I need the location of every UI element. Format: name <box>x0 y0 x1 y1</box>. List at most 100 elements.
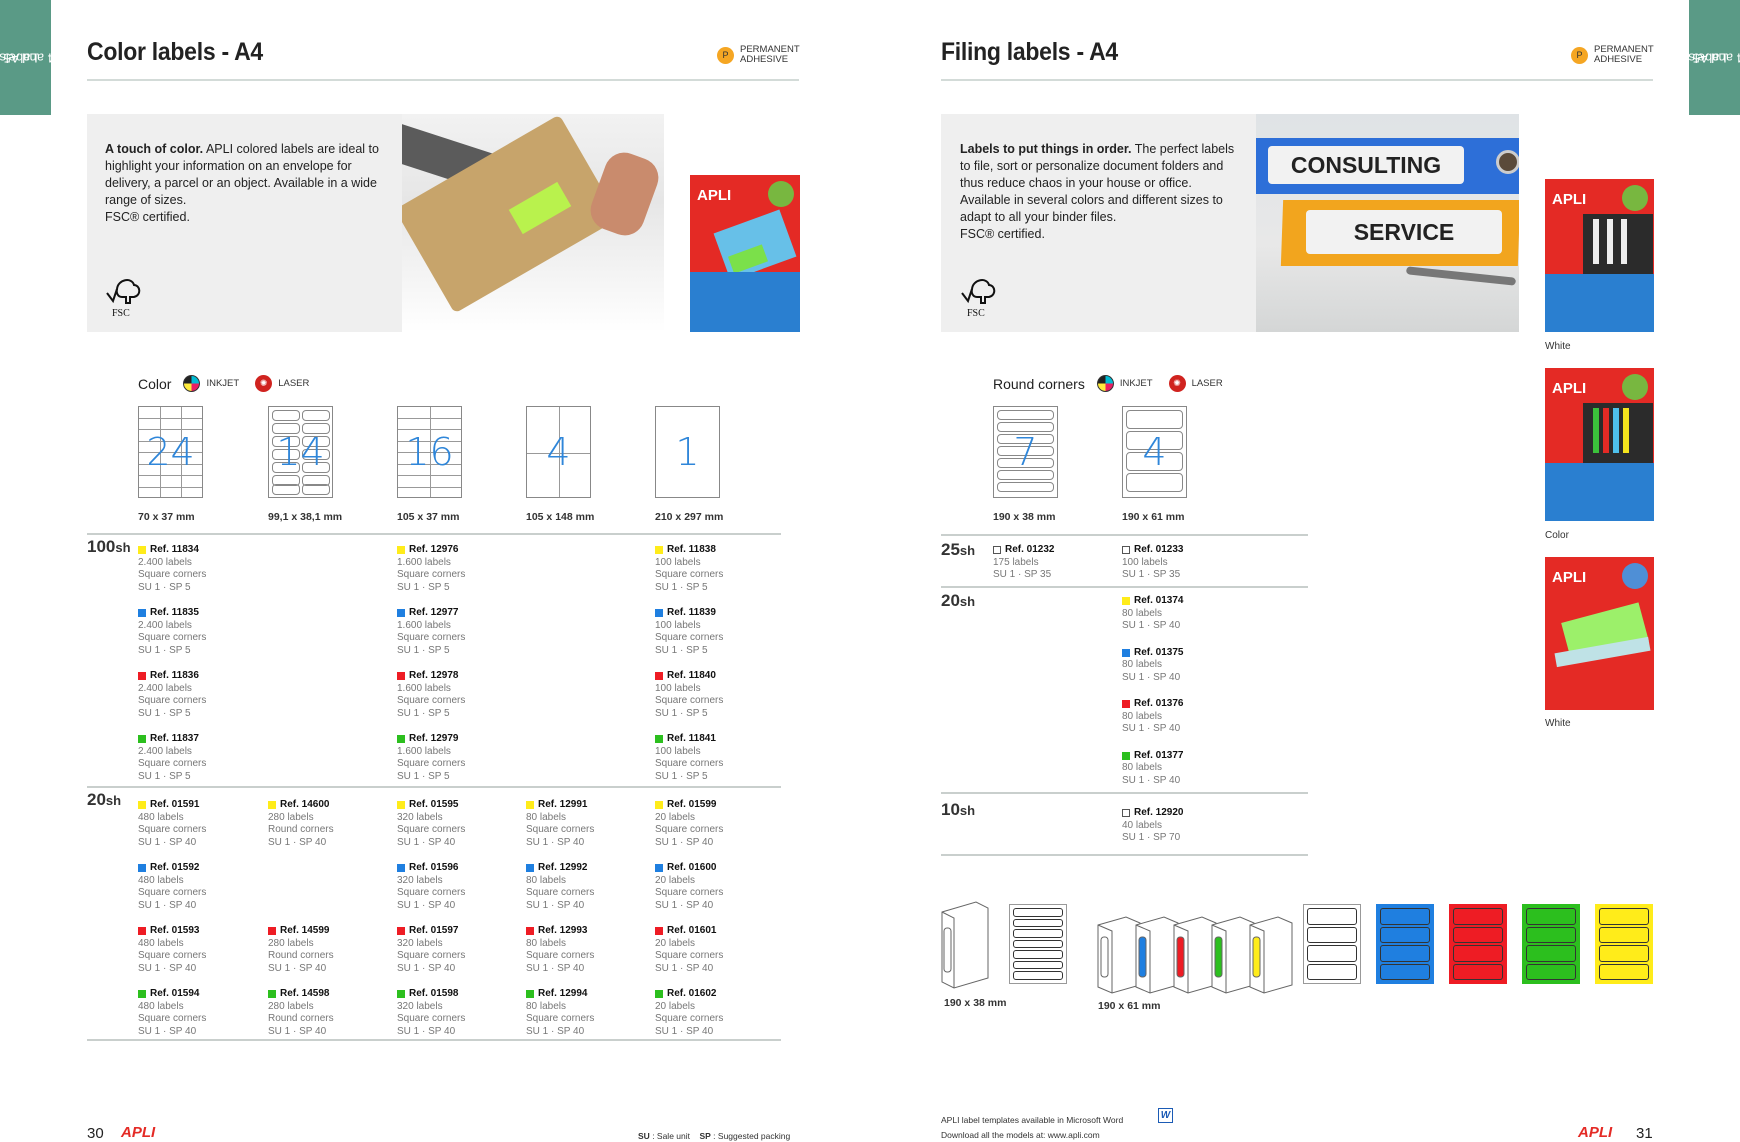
color-swatch-red <box>397 672 405 681</box>
product-pack-color-filing: APLI <box>1545 368 1654 521</box>
format-sheet-1: 1 <box>655 406 720 498</box>
product-ref: Ref. 11838 <box>655 544 765 557</box>
product-ref: Ref. 01593 <box>138 925 248 938</box>
color-swatch-green <box>655 735 663 744</box>
product-corners: Square corners <box>526 1013 595 1025</box>
product-pack: SU 1 · SP 35 <box>1122 569 1181 581</box>
product-corners: Square corners <box>397 569 466 581</box>
table-divider <box>87 786 781 788</box>
product-ref: Ref. 12977 <box>397 607 507 620</box>
product-pack: SU 1 · SP 40 <box>1122 620 1181 632</box>
product-item: Ref. 01600 20 labels Square corners SU 1 · … <box>655 862 765 912</box>
product-corners: Square corners <box>397 824 466 836</box>
ref-number: Ref. 12977 <box>409 607 459 618</box>
ref-number: Ref. 11840 <box>667 670 716 681</box>
product-pack: SU 1 · SP 40 <box>138 962 197 974</box>
product-pack: SU 1 · SP 40 <box>526 899 585 911</box>
product-item: Ref. 01602 20 labels Square corners SU 1 · … <box>655 988 765 1038</box>
laser-label: LASER <box>278 378 310 389</box>
product-pack: SU 1 · SP 5 <box>138 581 191 593</box>
pack-seal-icon <box>768 181 794 207</box>
product-labels: 2.400 labels <box>138 745 192 757</box>
product-item: Ref. 14598 280 labels Round corners SU 1 · … <box>268 988 378 1038</box>
product-pack: SU 1 · SP 40 <box>526 836 585 848</box>
fsc-text: FSC <box>967 308 985 319</box>
ref-number: Ref. 01376 <box>1134 698 1184 709</box>
product-corners: Square corners <box>397 950 466 962</box>
sheet-count: 20 <box>87 790 106 809</box>
product-ref: Ref. 01601 <box>655 925 765 938</box>
color-swatch-green <box>655 990 663 999</box>
product-item: Ref. 11840 100 labels Square corners SU 1 ·… <box>655 670 765 720</box>
product-pack: SU 1 · SP 5 <box>397 707 450 719</box>
color-swatch-red <box>526 927 534 936</box>
ref-number: Ref. 01598 <box>409 988 459 999</box>
fsc-text: FSC <box>112 308 130 319</box>
product-corners: Square corners <box>138 887 207 899</box>
sp-key: SP <box>699 1131 711 1141</box>
product-labels: 80 labels <box>1122 607 1163 619</box>
ref-number: Ref. 11836 <box>150 670 199 681</box>
ref-number: Ref. 01593 <box>150 925 200 936</box>
ref-number: Ref. 01591 <box>150 799 200 810</box>
pack-brand: APLI <box>1552 380 1587 397</box>
product-labels: 280 labels <box>268 1000 314 1012</box>
binder-label-service: SERVICE <box>1306 210 1502 254</box>
ref-number: Ref. 01597 <box>409 925 459 936</box>
product-ref: Ref. 01598 <box>397 988 507 1001</box>
product-ref: Ref. 12978 <box>397 670 507 683</box>
pack-caption: White <box>1545 341 1571 352</box>
product-ref: Ref. 01600 <box>655 862 765 875</box>
sheet-unit: sh <box>959 803 976 818</box>
laser-icon: ✺ <box>255 375 273 392</box>
product-item: Ref. 11837 2.400 labels Square corners SU 1… <box>138 733 248 783</box>
product-item: Ref. 01599 20 labels Square corners SU 1 · … <box>655 799 765 849</box>
adhesive-p-icon: P <box>1571 46 1588 64</box>
ref-number: Ref. 01233 <box>1134 544 1184 555</box>
hero-description: A touch of color. APLI colored labels ar… <box>105 141 380 226</box>
ref-number: Ref. 11837 <box>150 733 199 744</box>
color-swatch-yellow <box>655 801 663 810</box>
product-ref: Ref. 01592 <box>138 862 248 875</box>
product-labels: 480 labels <box>138 937 184 949</box>
ref-number: Ref. 11838 <box>667 544 716 555</box>
product-item: Ref. 14600 280 labels Round corners SU 1 · … <box>268 799 378 849</box>
product-item: Ref. 12993 80 labels Square corners SU 1 · … <box>526 925 636 975</box>
product-corners: Square corners <box>655 695 724 707</box>
label-count: 7 <box>1013 430 1038 474</box>
section-tab-left: Labels A4 and A5 <box>0 0 63 115</box>
ref-number: Ref. 01375 <box>1134 646 1184 658</box>
ref-number: Ref. 12991 <box>538 799 588 810</box>
ref-number: Ref. 11834 <box>150 544 199 555</box>
product-pack: SU 1 · SP 40 <box>138 1025 197 1037</box>
product-corners: Square corners <box>138 632 207 644</box>
color-swatch-green <box>268 990 276 999</box>
format-size: 105 x 148 mm <box>526 511 595 523</box>
color-swatch-yellow <box>1122 597 1130 606</box>
ref-number: Ref. 12993 <box>538 925 588 936</box>
product-pack: SU 1 · SP 40 <box>526 962 585 974</box>
product-item: Ref. 01376 80 labels SU 1 · SP 40 <box>1122 698 1232 736</box>
format-sheet-14: 14 <box>268 406 333 498</box>
product-item: Ref. 11834 2.400 labels Square corners SU 1… <box>138 544 248 594</box>
apli-logo: APLI <box>1578 1124 1613 1141</box>
product-labels: 100 labels <box>655 745 701 757</box>
product-corners: Round corners <box>268 950 334 962</box>
pack-brand: APLI <box>1552 191 1587 208</box>
product-item: Ref. 01601 20 labels Square corners SU 1 · … <box>655 925 765 975</box>
product-labels: 1.600 labels <box>397 745 451 757</box>
product-ref: Ref. 12979 <box>397 733 507 746</box>
product-corners: Square corners <box>397 758 466 770</box>
color-swatch-blue <box>1122 648 1130 657</box>
product-ref: Ref. 12993 <box>526 925 636 938</box>
sheet-unit: sh <box>105 793 122 808</box>
ref-number: Ref. 01592 <box>150 862 200 873</box>
format-size: 190 x 61 mm <box>1122 511 1185 523</box>
product-pack: SU 1 · SP 40 <box>1122 774 1181 786</box>
product-corners: Square corners <box>655 632 724 644</box>
color-swatch-green <box>138 990 146 999</box>
product-ref: Ref. 12992 <box>526 862 636 875</box>
color-swatch-red <box>138 672 146 681</box>
product-corners: Square corners <box>138 824 207 836</box>
product-item: Ref. 12991 80 labels Square corners SU 1 · … <box>526 799 636 849</box>
